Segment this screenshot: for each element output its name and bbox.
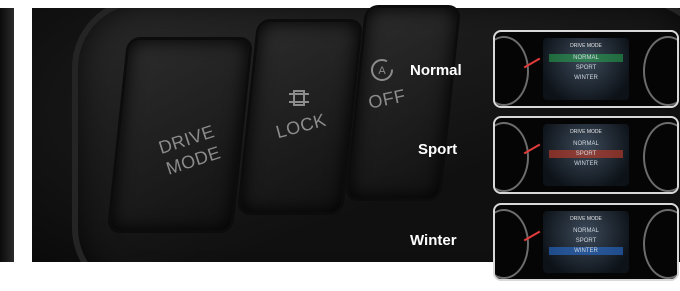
screen-title: DRIVE MODE: [570, 129, 602, 135]
cluster-screen: DRIVE MODE NORMAL SPORT WINTER: [543, 38, 629, 100]
svg-text:A: A: [378, 65, 386, 77]
mode-label-sport: Sport: [418, 141, 458, 158]
screen-option-normal: NORMAL: [549, 54, 623, 62]
mode-label-winter: Winter: [410, 232, 457, 249]
cluster-screen: DRIVE MODE NORMAL SPORT WINTER: [543, 211, 629, 273]
instrument-cluster-winter: DRIVE MODE NORMAL SPORT WINTER: [493, 203, 679, 281]
mode-label-normal: Normal: [410, 62, 462, 79]
speedometer-gauge: [495, 122, 529, 192]
screen-option-winter: WINTER: [574, 161, 598, 167]
screen-option-normal: NORMAL: [573, 141, 599, 147]
composite-image: DRIVE MODE LOCK A OFF Normal Sport Winte…: [0, 0, 680, 291]
left-photo-edge: [0, 8, 14, 262]
screen-title: DRIVE MODE: [570, 216, 602, 222]
screen-option-winter: WINTER: [549, 247, 623, 255]
screen-option-winter: WINTER: [574, 75, 598, 81]
auto-stop-icon: A: [371, 59, 393, 81]
instrument-cluster-normal: DRIVE MODE NORMAL SPORT WINTER: [493, 30, 679, 108]
screen-option-sport: SPORT: [575, 238, 597, 244]
cluster-screen: DRIVE MODE NORMAL SPORT WINTER: [543, 124, 629, 186]
tachometer-gauge: [643, 122, 677, 192]
screen-title: DRIVE MODE: [570, 43, 602, 49]
screen-option-sport: SPORT: [575, 65, 597, 71]
tachometer-gauge: [643, 209, 677, 279]
speedometer-gauge: [495, 209, 529, 279]
instrument-cluster-sport: DRIVE MODE NORMAL SPORT WINTER: [493, 116, 679, 194]
tachometer-gauge: [643, 36, 677, 106]
screen-option-normal: NORMAL: [573, 228, 599, 234]
diff-lock-icon: [289, 90, 309, 106]
screen-option-sport: SPORT: [549, 150, 623, 158]
speedometer-gauge: [495, 36, 529, 106]
